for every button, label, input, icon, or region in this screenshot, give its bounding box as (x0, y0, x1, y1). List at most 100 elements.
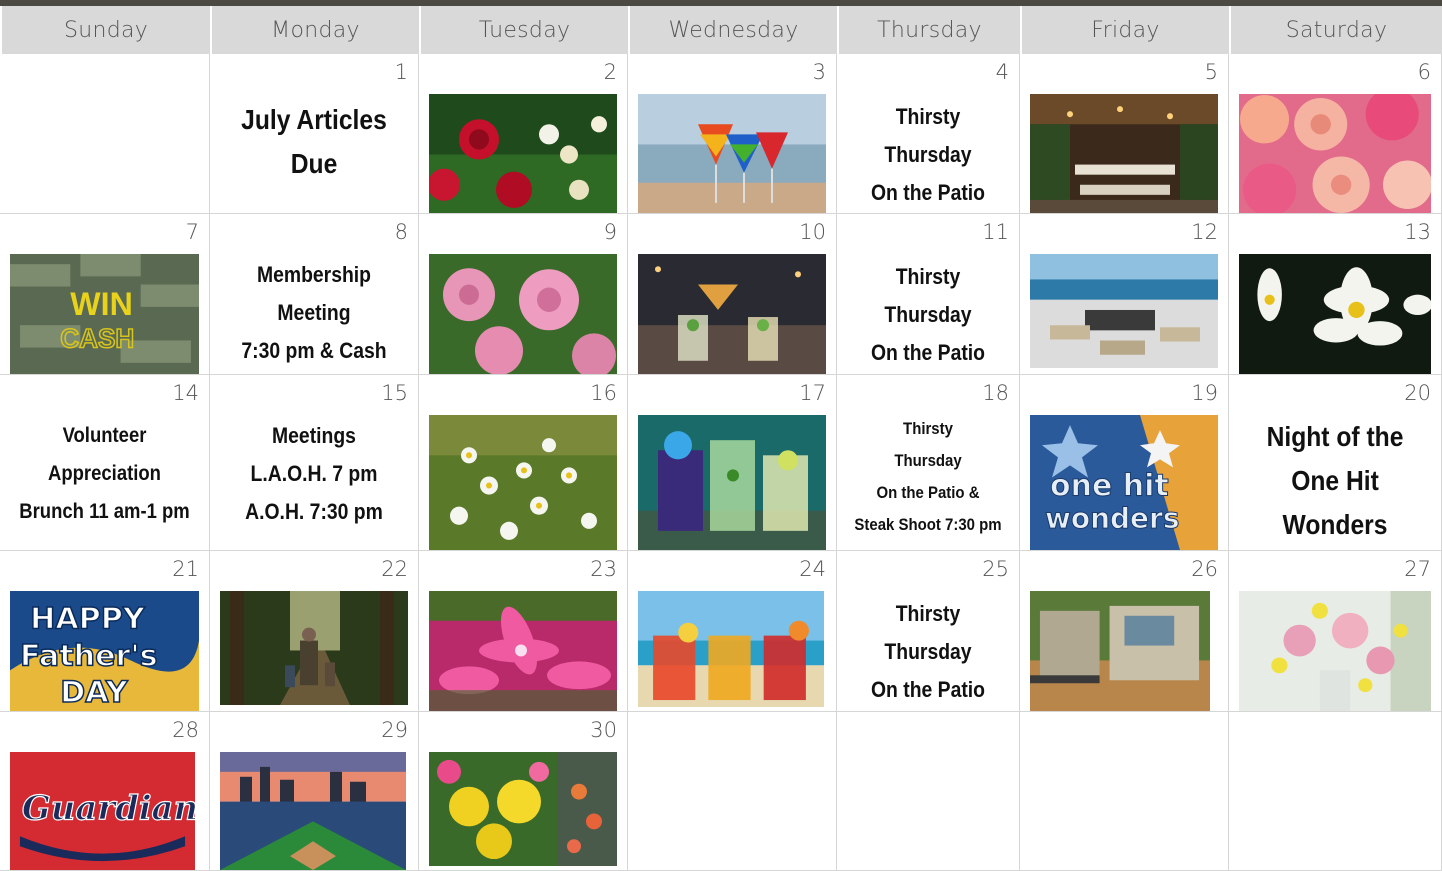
day-number: 14 (172, 381, 199, 405)
day-text: DAY (60, 675, 128, 710)
day-number: 28 (172, 718, 199, 742)
day-cell-16[interactable]: 16 (419, 375, 628, 551)
day-number: 15 (381, 381, 408, 405)
day-cell-2[interactable]: 2 (419, 54, 628, 214)
day-number: 25 (982, 557, 1009, 581)
day-cell-12[interactable]: 12 (1020, 214, 1229, 375)
day-cell-1[interactable]: 1 July Articles Due (210, 54, 419, 214)
day-number: 5 (1204, 60, 1218, 84)
day-cell-11[interactable]: 11 Thirsty Thursday On the Patio (837, 214, 1020, 375)
day-number: 10 (799, 220, 826, 244)
one-hit-text: one hit (1050, 468, 1169, 503)
day-cell-25[interactable]: 25 Thirsty Thursday On the Patio (837, 551, 1020, 712)
event-night-of-one-hit-wonders: Night of the One Hit Wonders (1266, 421, 1404, 540)
day-number: 2 (603, 60, 617, 84)
day-number: 24 (799, 557, 826, 581)
mojitos-photo (638, 254, 826, 374)
happy-fathers-day-photo: HAPPY Father's DAY (10, 591, 199, 711)
day-cell-28[interactable]: 28 Guardians (0, 712, 210, 871)
day-cell-18[interactable]: 18 Thirsty Thursday On the Patio & Steak… (837, 375, 1020, 551)
day-number: 22 (381, 557, 408, 581)
weekday-wednesday: Wednesday (628, 6, 837, 54)
weekday-thursday: Thursday (837, 6, 1020, 54)
guardians-text: Guardians (22, 787, 195, 827)
day-cell-27[interactable]: 27 (1229, 551, 1442, 712)
weekday-friday: Friday (1020, 6, 1229, 54)
day-number: 6 (1417, 60, 1431, 84)
event-thirsty-thursday: Thirsty Thursday On the Patio (870, 601, 986, 702)
day-cell-empty (0, 54, 210, 214)
day-cell-26[interactable]: 26 (1020, 551, 1229, 712)
day-number: 21 (172, 557, 199, 581)
day-number: 29 (381, 718, 408, 742)
day-number: 19 (1191, 381, 1218, 405)
day-number: 11 (982, 220, 1009, 244)
cash-text: CASH (60, 323, 134, 353)
day-cell-15[interactable]: 15 Meetings L.A.O.H. 7 pm A.O.H. 7:30 pm (210, 375, 419, 551)
day-cell-empty (1229, 712, 1442, 871)
day-number: 20 (1404, 381, 1431, 405)
day-number: 13 (1404, 220, 1431, 244)
day-cell-14[interactable]: 14 Volunteer Appreciation Brunch 11 am-1… (0, 375, 210, 551)
day-number: 7 (185, 220, 199, 244)
day-number: 4 (995, 60, 1009, 84)
fathers-text: Father's (20, 639, 158, 674)
pink-roses-photo (429, 254, 617, 374)
event-volunteer-appreciation: Volunteer Appreciation Brunch 11 am-1 pm (19, 424, 190, 523)
ballpark-photo (220, 752, 406, 870)
day-number: 23 (590, 557, 617, 581)
day-cell-7[interactable]: 7 WIN CASH (0, 214, 210, 375)
day-number: 17 (799, 381, 826, 405)
day-cell-5[interactable]: 5 (1020, 54, 1229, 214)
weekday-tuesday: Tuesday (419, 6, 628, 54)
patio-restaurant-photo (1030, 94, 1218, 213)
pink-lilies-photo (429, 591, 617, 711)
pink-roses-photo (1239, 94, 1431, 213)
day-cell-22[interactable]: 22 (210, 551, 419, 712)
day-cell-23[interactable]: 23 (419, 551, 628, 712)
event-meetings: Meetings L.A.O.H. 7 pm A.O.H. 7:30 pm (245, 423, 383, 524)
patio-chairs-photo (1030, 591, 1210, 711)
day-cell-empty (628, 712, 837, 871)
day-number: 8 (394, 220, 408, 244)
day-cell-19[interactable]: 19 one hit wonders (1020, 375, 1229, 551)
day-cell-17[interactable]: 17 (628, 375, 837, 551)
white-lily-photo (1239, 254, 1431, 374)
weekday-monday: Monday (210, 6, 419, 54)
day-cell-4[interactable]: 4 Thirsty Thursday On the Patio (837, 54, 1020, 214)
event-thirsty-thursday: Thirsty Thursday On the Patio (870, 104, 986, 205)
day-cell-10[interactable]: 10 (628, 214, 837, 375)
event-thirsty-thursday-steak-shoot: Thirsty Thursday On the Patio & Steak Sh… (854, 419, 1002, 534)
win-cash-photo: WIN CASH (10, 254, 199, 374)
father-kids-hiking-photo (220, 591, 408, 705)
flower-vase-photo (1239, 591, 1431, 711)
day-cell-3[interactable]: 3 (628, 54, 837, 214)
beach-drinks-photo (638, 591, 824, 707)
day-number: 27 (1404, 557, 1431, 581)
day-cell-20[interactable]: 20 Night of the One Hit Wonders (1229, 375, 1442, 551)
happy-text: HAPPY (30, 602, 145, 637)
day-cell-30[interactable]: 30 (419, 712, 628, 871)
calendar-grid: Sunday Monday Tuesday Wednesday Thursday… (0, 6, 1442, 871)
patio-furniture-photo (1030, 254, 1218, 368)
day-number: 9 (603, 220, 617, 244)
weekday-saturday: Saturday (1229, 6, 1442, 54)
daisies-photo (429, 415, 617, 550)
event-july-articles: July Articles Due (241, 104, 387, 179)
colorful-drinks-photo (638, 415, 826, 550)
day-number: 30 (590, 718, 617, 742)
day-cell-empty (837, 712, 1020, 871)
day-number: 3 (812, 60, 826, 84)
day-cell-empty (1020, 712, 1229, 871)
weekday-sunday: Sunday (0, 6, 210, 54)
day-cell-21[interactable]: 21 HAPPY Father's DAY (0, 551, 210, 712)
day-cell-8[interactable]: 8 Membership Meeting 7:30 pm & Cash (210, 214, 419, 375)
day-cell-29[interactable]: 29 (210, 712, 419, 871)
day-cell-9[interactable]: 9 (419, 214, 628, 375)
guardians-logo-photo: Guardians (10, 752, 195, 870)
day-cell-6[interactable]: 6 (1229, 54, 1442, 214)
day-number: 1 (394, 60, 408, 84)
day-cell-13[interactable]: 13 (1229, 214, 1442, 375)
day-cell-24[interactable]: 24 (628, 551, 837, 712)
win-text: WIN (70, 286, 133, 322)
